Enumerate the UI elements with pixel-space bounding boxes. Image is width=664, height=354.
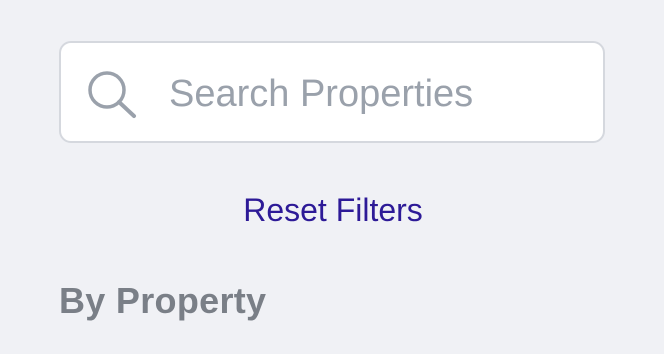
search-icon	[88, 71, 136, 118]
reset-filters-link[interactable]: Reset Filters	[0, 188, 664, 232]
by-property-heading: By Property	[59, 280, 267, 321]
search-input[interactable]	[169, 66, 569, 122]
